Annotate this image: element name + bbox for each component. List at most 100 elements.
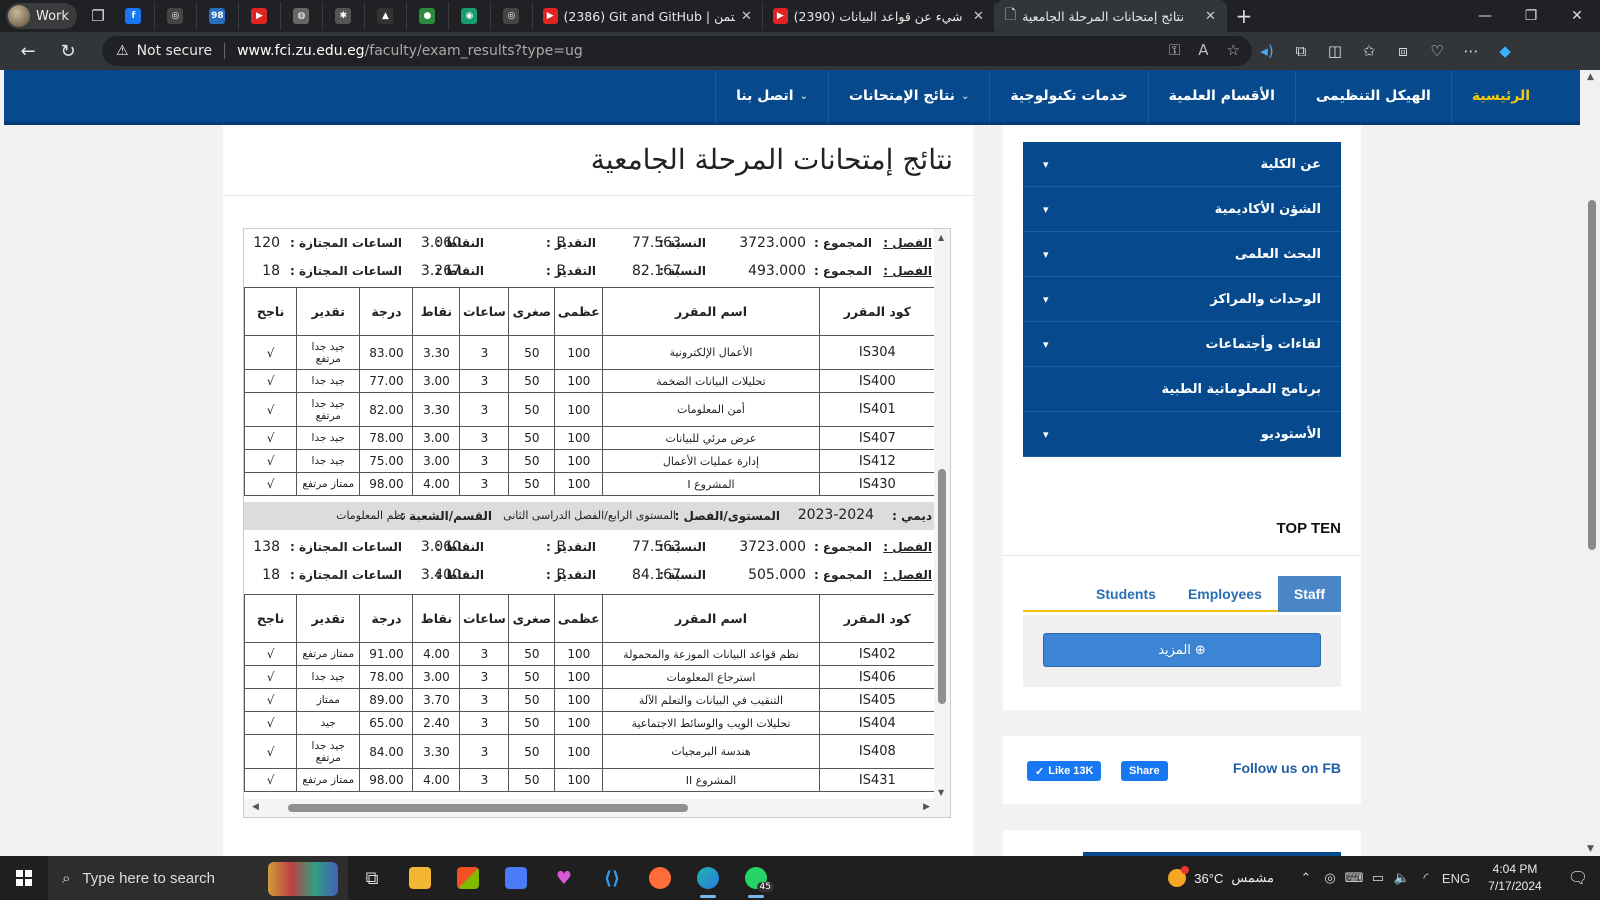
close-icon[interactable]: ✕ — [741, 9, 752, 24]
nav-item[interactable]: نتائج الإمتحانات ⌄ — [827, 70, 989, 124]
sidebar-item[interactable]: الشؤن الأكاديمية ▾ — [1023, 187, 1341, 232]
profile-button[interactable]: Work — [6, 3, 77, 29]
nav-item[interactable]: اتصل بنا ⌄ — [715, 70, 828, 124]
fb-follow-link[interactable]: Follow us on FB — [1233, 760, 1341, 776]
hours-passed-label: الساعات المجتازة : — [290, 568, 402, 582]
tab-databases[interactable]: ▶ (2390) كل شيء عن قواعد البيانات ✕ — [763, 2, 995, 30]
favorite-star-icon[interactable]: ☆ — [1227, 41, 1240, 59]
pinned-tab[interactable]: ◉ — [449, 2, 491, 30]
more-button[interactable]: المزيد ⊕ — [1043, 633, 1321, 667]
results-scroll-container[interactable]: الفصل : المجموع :3723.000 النسبة :77.563 ال… — [243, 228, 951, 818]
minimize-icon[interactable]: — — [1462, 0, 1508, 32]
taskbar-search[interactable]: ⌕ Type here to search — [48, 856, 348, 900]
sidebar-item[interactable]: البحث العلمى ▾ — [1023, 232, 1341, 277]
copilot-icon[interactable]: ◆ — [1494, 39, 1516, 63]
tab-students[interactable]: Students — [1080, 576, 1172, 612]
tab-employees[interactable]: Employees — [1172, 576, 1278, 612]
key-icon[interactable]: ⚿ — [1169, 41, 1180, 59]
meet-icon[interactable]: ◎ — [1318, 870, 1342, 886]
results-vertical-scrollbar[interactable]: ▲ ▼ — [934, 229, 950, 801]
split-screen-icon[interactable]: ◫ — [1324, 39, 1346, 63]
pinned-tab[interactable]: ● — [407, 2, 449, 30]
keyboard-icon[interactable]: ⌨ — [1342, 870, 1366, 886]
workspaces-icon[interactable]: ❐ — [83, 4, 113, 28]
pinned-tab[interactable]: f — [113, 2, 155, 30]
pinned-tab[interactable]: ◎ — [491, 2, 533, 30]
start-button[interactable] — [0, 856, 48, 900]
credit-hours: 3 — [459, 472, 510, 496]
store-icon[interactable] — [444, 856, 492, 900]
edge-icon[interactable] — [684, 856, 732, 900]
scroll-thumb[interactable] — [288, 804, 688, 812]
close-icon[interactable]: ✕ — [1205, 9, 1216, 24]
tab-git-github[interactable]: ▶ (2386) Git and GitHub | مطتمن ✕ — [533, 2, 763, 30]
copilot-app-icon[interactable]: ♥ — [540, 856, 588, 900]
column-header: عظمى — [554, 287, 604, 336]
sidebar-item[interactable]: برنامج المعلوماتية الطبية — [1023, 367, 1341, 412]
results-horizontal-scrollbar[interactable]: ◀ ▶ — [244, 799, 950, 817]
clock[interactable]: 4:04 PM 7/17/2024 — [1474, 861, 1556, 895]
clipchamp-icon[interactable] — [492, 856, 540, 900]
security-label[interactable]: Not secure — [137, 43, 213, 59]
more-menu-icon[interactable]: ⋯ — [1460, 39, 1482, 63]
scroll-down-icon[interactable]: ▼ — [938, 788, 944, 797]
pinned-tab[interactable]: ▶ — [239, 2, 281, 30]
sidebar-item[interactable]: عن الكلية ▾ — [1023, 142, 1341, 187]
passed-mark: √ — [244, 472, 298, 496]
scroll-thumb[interactable] — [938, 469, 946, 704]
sidebar-item[interactable]: الأستوديو ▾ — [1023, 412, 1341, 457]
nav-item[interactable]: خدمات تكنولوجية — [989, 70, 1147, 124]
page-vertical-scrollbar[interactable]: ▲ ▼ — [1584, 70, 1600, 856]
grade-points: 3.30 — [412, 392, 461, 427]
nav-item[interactable]: الرئيسية — [1450, 70, 1550, 124]
vscode-icon[interactable]: ⟨⟩ — [588, 856, 636, 900]
read-aloud-icon[interactable]: A — [1198, 41, 1208, 59]
battery-icon[interactable]: ▭ — [1366, 870, 1390, 886]
fb-like-button[interactable]: ✓ Like 13K — [1027, 761, 1102, 781]
whatsapp-icon[interactable]: 45 — [732, 856, 780, 900]
performance-icon[interactable]: ♡ — [1426, 39, 1448, 63]
pinned-tab[interactable]: ✱ — [323, 2, 365, 30]
weather-widget[interactable]: 36°C مشمس — [1168, 866, 1274, 887]
pinned-tab[interactable]: 98 — [197, 2, 239, 30]
scroll-right-icon[interactable]: ▶ — [923, 802, 930, 812]
chevron-up-icon[interactable]: ⌃ — [1294, 870, 1318, 886]
immersive-reader-icon[interactable]: ◂) — [1256, 39, 1278, 63]
credit-hours: 3 — [459, 335, 510, 370]
task-view-icon[interactable]: ⧉ — [348, 856, 396, 900]
scroll-thumb[interactable] — [1588, 200, 1596, 550]
new-tab-button[interactable]: + — [1227, 4, 1261, 28]
url-input[interactable]: ⚠ Not secure www.fci.zu.edu.eg/faculty/e… — [102, 36, 1252, 66]
restore-icon[interactable]: ❐ — [1508, 0, 1554, 32]
pinned-tab[interactable]: ◍ — [281, 2, 323, 30]
wifi-icon[interactable]: ◜ — [1414, 870, 1438, 886]
pinned-tab[interactable]: ▲ — [365, 2, 407, 30]
collections-icon[interactable]: ⧈ — [1392, 39, 1414, 63]
sidebar-item[interactable]: لقاءات وأجتماعات ▾ — [1023, 322, 1341, 367]
scroll-up-icon[interactable]: ▲ — [938, 233, 944, 242]
pinned-tab[interactable]: ◎ — [155, 2, 197, 30]
back-icon[interactable]: ← — [8, 41, 48, 62]
nav-item[interactable]: الهيكل التنظيمى — [1294, 70, 1451, 124]
postman-icon[interactable] — [636, 856, 684, 900]
course-code: IS404 — [818, 711, 936, 735]
close-icon[interactable]: ✕ — [973, 9, 984, 24]
sidebar-item[interactable]: الوحدات والمراكز ▾ — [1023, 277, 1341, 322]
refresh-icon[interactable]: ↻ — [48, 41, 88, 62]
scroll-left-icon[interactable]: ◀ — [252, 802, 259, 812]
tab-exam-results[interactable]: 🗋 نتائج إمتحانات المرحلة الجامعية ✕ — [994, 0, 1227, 32]
file-explorer-icon[interactable] — [396, 856, 444, 900]
favorites-icon[interactable]: ✩ — [1358, 39, 1380, 63]
scroll-up-icon[interactable]: ▲ — [1587, 72, 1594, 82]
dept-value: نظم المعلومات — [336, 509, 406, 522]
notification-icon[interactable]: 🗨 — [1556, 868, 1600, 888]
column-header: عظمى — [554, 594, 604, 643]
language-indicator[interactable]: ENG — [1438, 871, 1474, 886]
fb-share-button[interactable]: Share — [1121, 761, 1168, 781]
tab-staff[interactable]: Staff — [1277, 576, 1341, 612]
scroll-down-icon[interactable]: ▼ — [1587, 844, 1594, 854]
extensions-icon[interactable]: ⧉ — [1290, 39, 1312, 63]
volume-icon[interactable]: 🔈 — [1390, 870, 1414, 886]
close-window-icon[interactable]: ✕ — [1554, 0, 1600, 32]
nav-item[interactable]: الأقسام العلمية — [1147, 70, 1295, 124]
